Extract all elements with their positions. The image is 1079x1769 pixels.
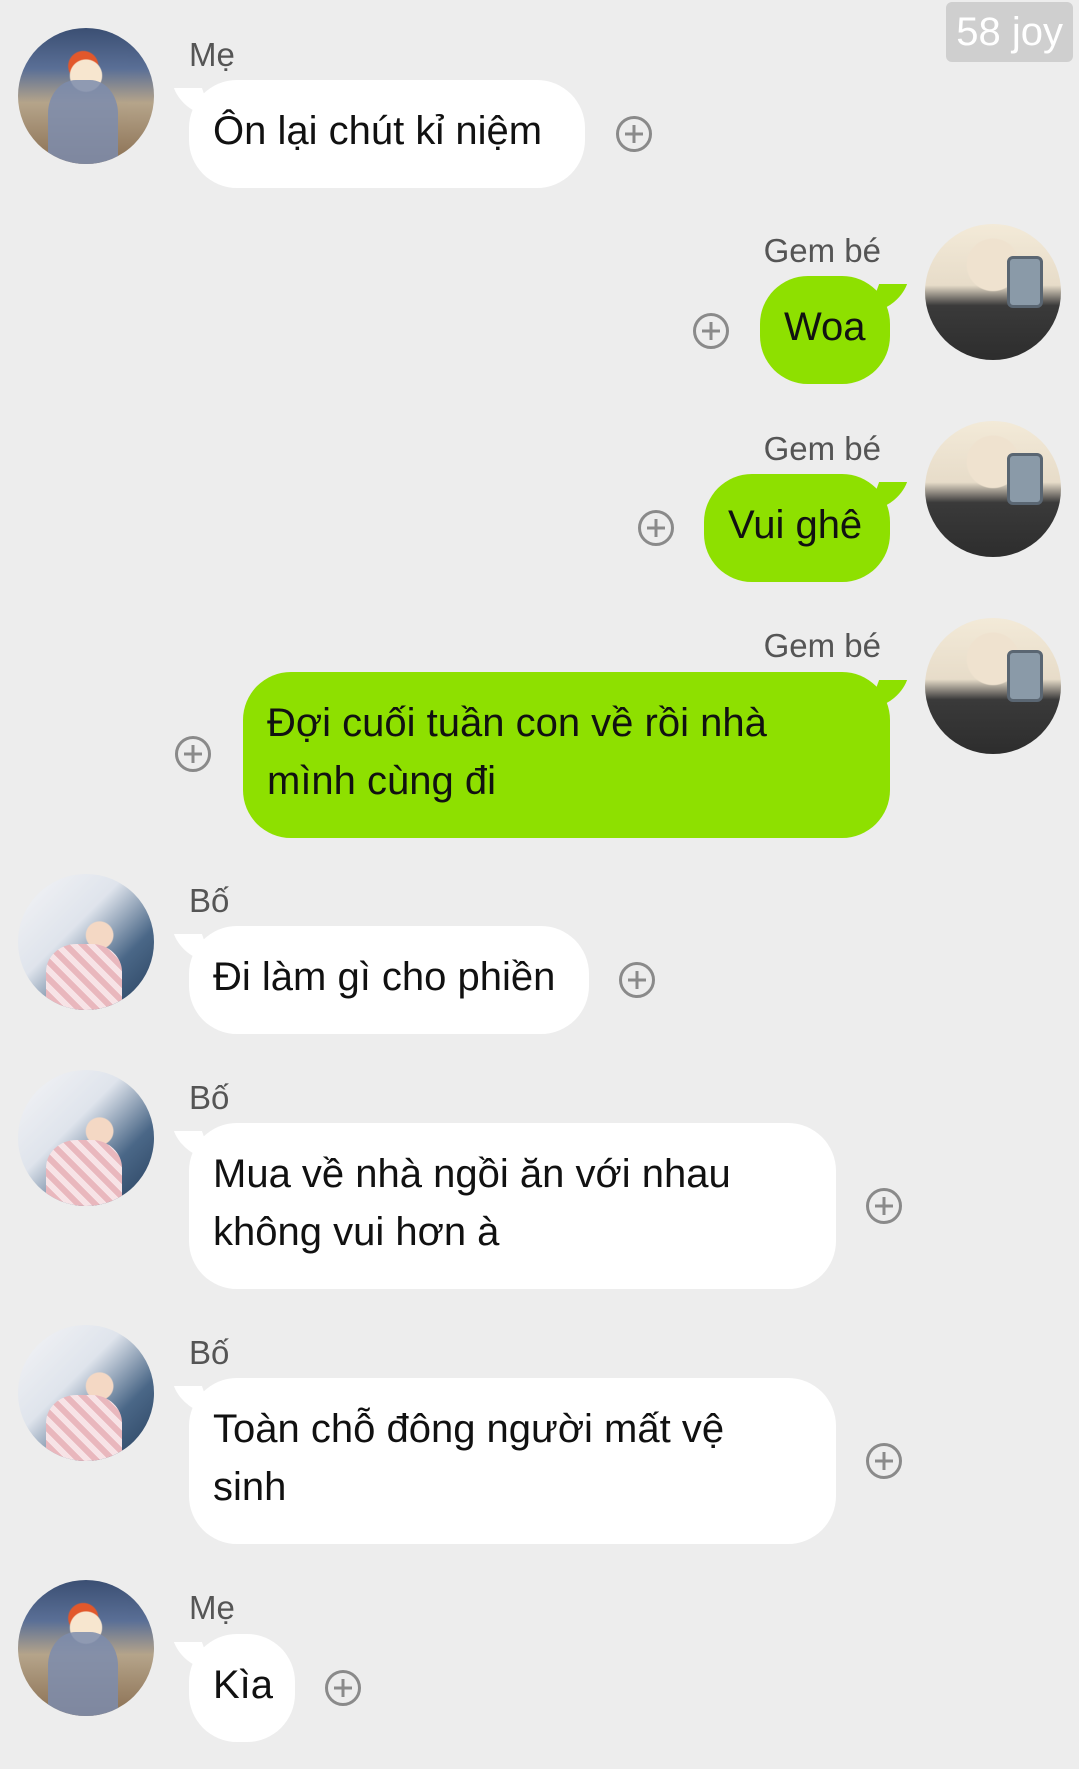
sender-name: Mẹ	[189, 1589, 235, 1626]
sender-name: Gem bé	[763, 627, 881, 664]
sender-name: Bố	[189, 1334, 230, 1371]
sender-name: Gem bé	[763, 430, 881, 467]
avatar-mother[interactable]	[18, 1580, 154, 1716]
sender-name: Bố	[189, 1079, 230, 1116]
add-reaction-icon[interactable]	[866, 1443, 902, 1479]
avatar-father[interactable]	[18, 1325, 154, 1461]
message-bubble[interactable]: Đi làm gì cho phiền	[189, 926, 589, 1034]
message-bubble[interactable]: Kìa	[189, 1634, 295, 1742]
message-bubble[interactable]: Ôn lại chút kỉ niệm	[189, 80, 585, 188]
add-reaction-icon[interactable]	[325, 1670, 361, 1706]
sender-name: Bố	[189, 882, 230, 919]
sender-name: Mẹ	[189, 36, 235, 73]
avatar-gem[interactable]	[925, 421, 1061, 557]
add-reaction-icon[interactable]	[638, 510, 674, 546]
message-bubble[interactable]: Vui ghê	[704, 474, 890, 582]
message-bubble[interactable]: Toàn chỗ đông người mất vệ sinh	[189, 1378, 836, 1544]
add-reaction-icon[interactable]	[619, 962, 655, 998]
message-bubble[interactable]: Woa	[760, 276, 890, 384]
avatar-father[interactable]	[18, 874, 154, 1010]
add-reaction-icon[interactable]	[175, 736, 211, 772]
watermark: 58 joy	[946, 2, 1073, 62]
avatar-father[interactable]	[18, 1070, 154, 1206]
avatar-gem[interactable]	[925, 224, 1061, 360]
message-bubble[interactable]: Mua về nhà ngồi ăn với nhau không vui hơ…	[189, 1123, 836, 1289]
add-reaction-icon[interactable]	[693, 313, 729, 349]
avatar-mother[interactable]	[18, 28, 154, 164]
sender-name: Gem bé	[763, 232, 881, 269]
message-bubble[interactable]: Đợi cuối tuần con về rồi nhà mình cùng đ…	[243, 672, 890, 838]
add-reaction-icon[interactable]	[866, 1188, 902, 1224]
avatar-gem[interactable]	[925, 618, 1061, 754]
add-reaction-icon[interactable]	[616, 116, 652, 152]
